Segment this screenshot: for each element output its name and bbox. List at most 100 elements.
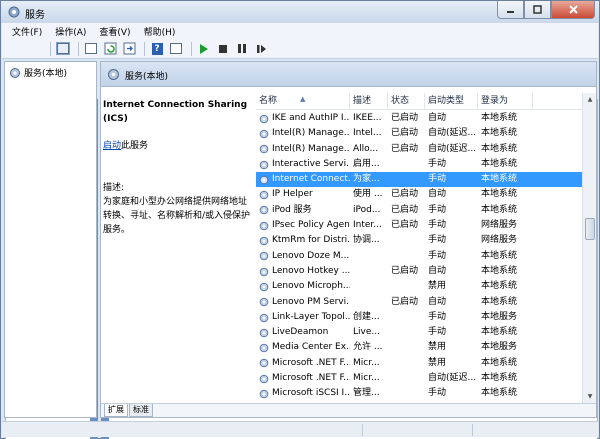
service-gear-icon <box>259 236 269 246</box>
table-row[interactable]: Internet Connect... 为家... 手动 本地系统 <box>256 172 596 188</box>
service-name-text: Link-Layer Topol... <box>272 311 350 322</box>
start-service-button[interactable] <box>196 41 212 57</box>
service-description-cell <box>350 279 388 294</box>
column-header-startup-type[interactable]: 启动类型 <box>425 93 478 110</box>
service-name-cell: Intel(R) Manage... <box>256 142 350 157</box>
properties-button[interactable] <box>83 41 99 57</box>
column-header-name[interactable]: 名称 ▲ <box>256 93 350 110</box>
table-row[interactable]: LiveDeamon Live... 手动 本地系统 <box>256 325 596 340</box>
service-status-cell <box>388 172 425 187</box>
show-action-pane-button[interactable] <box>168 41 184 57</box>
console-tree: 服务(本地) <box>4 61 97 418</box>
service-startup-type-cell: 禁用 <box>428 281 447 292</box>
service-name-cell: Lenovo Doze M... <box>256 249 350 264</box>
stop-service-button[interactable] <box>215 41 231 57</box>
service-description-cell: Micr... <box>353 373 380 384</box>
close-button[interactable] <box>551 1 595 19</box>
table-row[interactable]: Microsoft .NET F... Micr... 自动(延迟... 本地系统 <box>256 371 596 386</box>
service-startup-type-cell: 手动 <box>428 220 447 231</box>
menu-help[interactable]: 帮助(H) <box>144 25 176 38</box>
service-startup-type-cell: 手动 <box>428 250 447 261</box>
start-service-link[interactable]: 启动 <box>103 141 121 151</box>
service-gear-icon <box>259 190 269 200</box>
service-description-cell: 创建... <box>353 311 380 322</box>
forward-button[interactable] <box>27 41 598 439</box>
service-startup-type-cell: 自动 <box>428 189 447 200</box>
table-row[interactable]: Media Center Ex... 允许 ... 禁用 本地服务 <box>256 340 596 355</box>
service-description-cell: Inter... <box>353 220 382 231</box>
service-logon-cell: 本地系统 <box>481 388 518 399</box>
table-row[interactable]: KtmRm for Distri... 协调... 手动 网络服务 <box>256 233 596 248</box>
vertical-scrollbar[interactable]: ▲ ▼ <box>582 93 596 403</box>
start-service-line: 启动此服务 <box>103 140 253 152</box>
service-logon-cell: 本地系统 <box>481 296 518 307</box>
table-row[interactable]: Intel(R) Manage... Allo... 已启动 自动(延迟... 本地系统 <box>256 142 596 157</box>
service-status-cell <box>388 279 425 294</box>
column-header-label: 描述 <box>353 96 372 106</box>
tree-item-services-local[interactable]: 服务(本地) <box>9 66 67 79</box>
back-button[interactable] <box>5 41 98 439</box>
service-logon-cell: 本地系统 <box>481 327 518 338</box>
scroll-down-icon[interactable]: ▼ <box>583 390 597 403</box>
service-description-cell: 启用... <box>353 158 380 169</box>
scroll-thumb[interactable] <box>585 218 595 240</box>
service-name-text: Lenovo Microph... <box>272 281 350 292</box>
table-row[interactable]: Lenovo PM Servi... 已启动 自动 本地系统 <box>256 295 596 310</box>
table-row[interactable]: Lenovo Microph... 禁用 本地系统 <box>256 279 596 294</box>
tab-standard[interactable]: 标准 <box>129 404 153 417</box>
service-name-cell: IKE and AuthIP I... <box>256 111 350 126</box>
menu-file[interactable]: 文件(F) <box>12 25 42 38</box>
maximize-button[interactable] <box>524 1 551 19</box>
service-name-text: Interactive Servi... <box>272 158 350 169</box>
table-row[interactable]: IKE and AuthIP I... IKEE... 已启动 自动 本地系统 <box>256 111 596 126</box>
scroll-up-icon[interactable]: ▲ <box>583 93 597 106</box>
table-row[interactable]: Lenovo Doze M... 手动 本地系统 <box>256 249 596 264</box>
close-icon <box>568 5 578 14</box>
menu-view[interactable]: 查看(V) <box>99 25 130 38</box>
help-icon: ? <box>151 42 163 55</box>
service-description-panel: Internet Connection Sharing (ICS) 启动此服务 … <box>103 98 253 237</box>
export-list-button[interactable] <box>121 41 137 57</box>
description-text: 为家庭和小型办公网络提供网络地址转换、寻址、名称解析和/或入侵保护服务。 <box>103 197 251 235</box>
service-logon-cell: 本地系统 <box>481 143 518 154</box>
show-console-tree-button[interactable] <box>55 41 71 57</box>
table-row[interactable]: Interactive Servi... 启用... 手动 本地系统 <box>256 157 596 172</box>
column-header-logon-as[interactable]: 登录为 <box>478 93 533 110</box>
service-gear-icon <box>259 359 269 368</box>
menu-action[interactable]: 操作(A) <box>55 25 86 38</box>
service-name-cell: Lenovo PM Servi... <box>256 295 350 310</box>
column-header-label: 名称 <box>259 96 278 106</box>
column-header-label: 状态 <box>391 96 410 106</box>
service-name-cell: Intel(R) Manage... <box>256 126 350 141</box>
title-bar[interactable]: 服务 <box>1 1 599 23</box>
table-row[interactable]: IP Helper 使用 ... 已启动 自动 本地系统 <box>256 187 596 202</box>
table-row[interactable]: Lenovo Hotkey ... 已启动 自动 本地系统 <box>256 264 596 279</box>
menu-bar: 文件(F) 操作(A) 查看(V) 帮助(H) <box>2 23 598 39</box>
table-row[interactable]: Intel(R) Manage... Intel... 已启动 自动(延迟... 本地系… <box>256 126 596 141</box>
service-description-cell: Live... <box>353 327 380 338</box>
table-row[interactable]: Link-Layer Topol... 创建... 手动 本地服务 <box>256 310 596 325</box>
service-gear-icon <box>259 114 269 123</box>
table-header: 名称 ▲ 描述 状态 启动类型 登录为 <box>256 93 596 110</box>
service-name-cell: Microsoft iSCSI I... <box>256 386 350 401</box>
column-header-status[interactable]: 状态 <box>388 93 425 110</box>
toolbar: ? <box>2 39 598 439</box>
help-button[interactable]: ? <box>149 41 165 57</box>
table-row[interactable]: iPod 服务 iPod... 已启动 手动 本地系统 <box>256 203 596 218</box>
service-gear-icon <box>259 175 269 185</box>
service-description-cell: 允许 ... <box>353 342 383 353</box>
refresh-button[interactable] <box>102 41 118 57</box>
column-header-description[interactable]: 描述 <box>350 93 388 110</box>
table-row[interactable]: Microsoft .NET F... Micr... 禁用 本地系统 <box>256 356 596 371</box>
service-name-text: iPod 服务 <box>272 204 312 215</box>
service-startup-type-cell: 手动 <box>428 311 447 322</box>
restart-service-button[interactable] <box>253 41 269 57</box>
table-row[interactable]: IPsec Policy Agent Inter... 已启动 手动 网络服务 <box>256 218 596 233</box>
minimize-button[interactable] <box>497 1 524 19</box>
service-status-cell: 已启动 <box>391 296 419 307</box>
window-title: 服务 <box>25 10 45 21</box>
tab-extended[interactable]: 扩展 <box>104 404 128 417</box>
table-row[interactable]: Microsoft iSCSI I... 管理... 手动 本地系统 <box>256 386 596 401</box>
service-description-cell <box>350 249 388 264</box>
pause-service-button[interactable] <box>234 41 250 57</box>
